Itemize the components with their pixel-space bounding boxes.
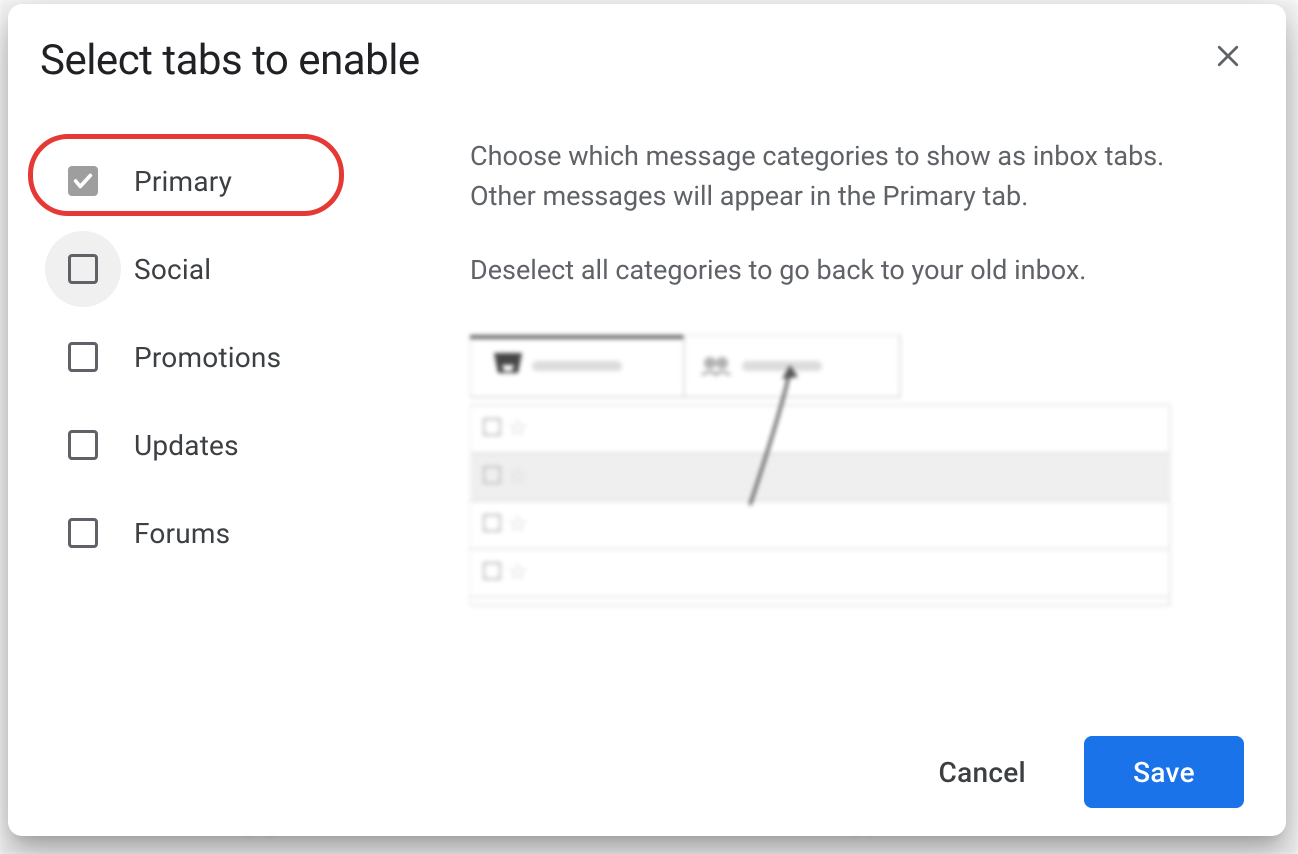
category-label: Social: [134, 253, 211, 286]
close-button[interactable]: [1206, 34, 1250, 78]
svg-text:☆: ☆: [508, 560, 528, 585]
svg-text:☆: ☆: [508, 512, 528, 537]
checkbox-updates[interactable]: [68, 430, 98, 460]
tabs-illustration: ☆ ☆ ☆ ☆: [470, 335, 1250, 625]
category-row-promotions[interactable]: Promotions: [40, 313, 470, 401]
dialog-title: Select tabs to enable: [40, 36, 1250, 85]
category-label: Promotions: [134, 341, 281, 374]
category-list: Primary Social Promotions Updates: [40, 127, 470, 716]
category-label: Forums: [134, 517, 230, 550]
cancel-button[interactable]: Cancel: [904, 736, 1060, 808]
description-line1: Choose which message categories to show …: [470, 137, 1170, 217]
checkbox-primary[interactable]: [68, 166, 98, 196]
checkbox-forums[interactable]: [68, 518, 98, 548]
category-row-updates[interactable]: Updates: [40, 401, 470, 489]
description-text: Choose which message categories to show …: [470, 137, 1170, 291]
checkbox-social[interactable]: [68, 254, 98, 284]
category-row-forums[interactable]: Forums: [40, 489, 470, 577]
save-button[interactable]: Save: [1084, 736, 1244, 808]
svg-text:☆: ☆: [508, 464, 528, 489]
category-label: Primary: [134, 165, 232, 198]
svg-text:☆: ☆: [508, 416, 528, 441]
description-line2: Deselect all categories to go back to yo…: [470, 251, 1170, 291]
category-row-primary[interactable]: Primary: [40, 137, 470, 225]
category-row-social[interactable]: Social: [40, 225, 470, 313]
category-label: Updates: [134, 429, 239, 462]
select-tabs-dialog: Select tabs to enable Primary Social: [8, 4, 1286, 836]
checkbox-promotions[interactable]: [68, 342, 98, 372]
dialog-footer: Cancel Save: [40, 716, 1250, 808]
close-icon: [1213, 41, 1243, 71]
